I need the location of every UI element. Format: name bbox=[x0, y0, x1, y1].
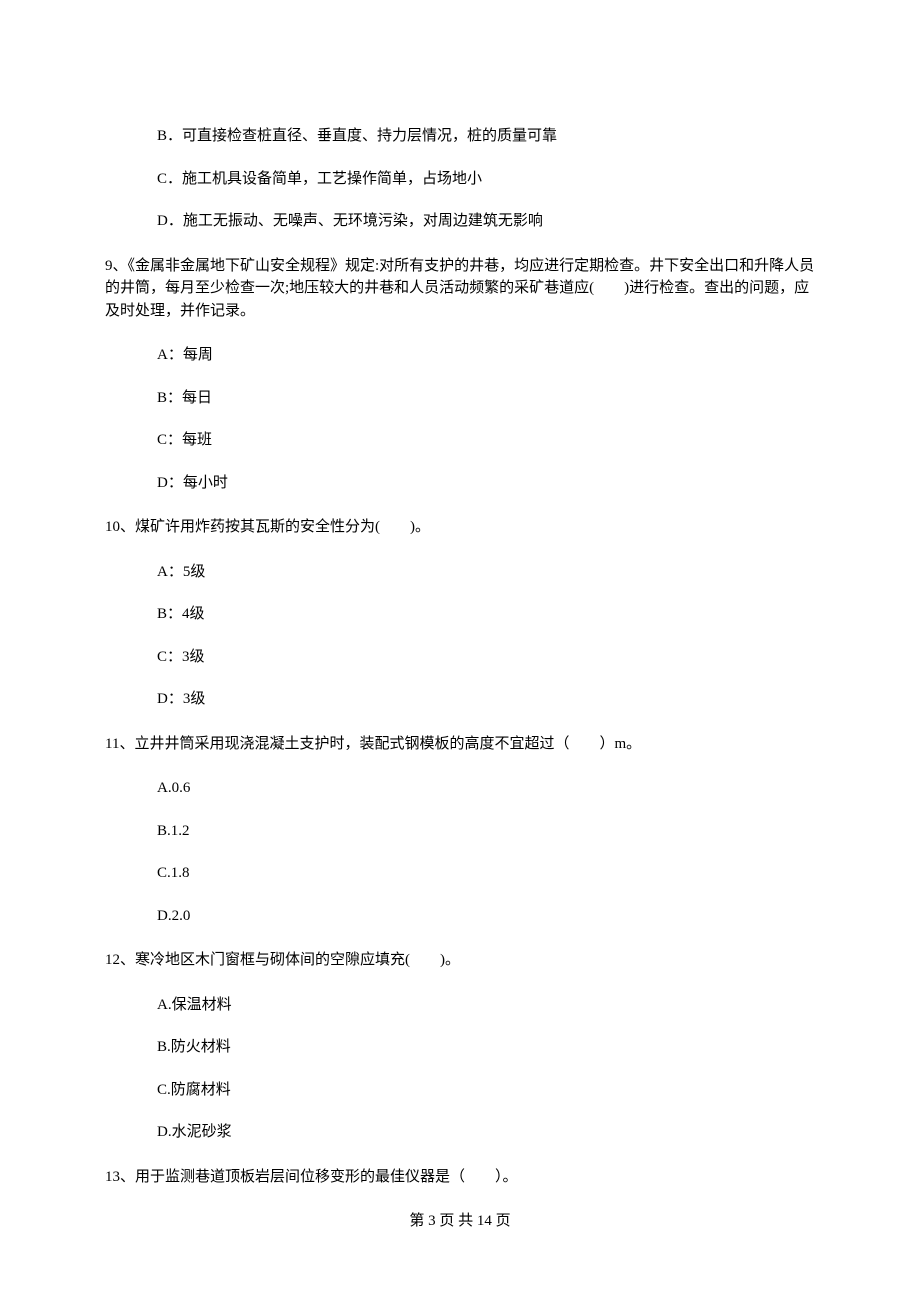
question-13: 13、用于监测巷道顶板岩层间位移变形的最佳仪器是（ ）。 bbox=[105, 1166, 815, 1189]
q12-option-a: A.保温材料 bbox=[157, 994, 815, 1017]
option-b: B．可直接检查桩直径、垂直度、持力层情况，桩的质量可靠 bbox=[157, 125, 815, 148]
q10-option-b: B：4级 bbox=[157, 603, 815, 626]
q12-option-d: D.水泥砂浆 bbox=[157, 1121, 815, 1144]
q11-option-d: D.2.0 bbox=[157, 905, 815, 928]
question-11: 11、立井井筒采用现浇混凝土支护时，装配式钢模板的高度不宜超过（ ）m。 bbox=[105, 733, 815, 756]
question-9-text: 9、《金属非金属地下矿山安全规程》规定:对所有支护的井巷，均应进行定期检查。井下… bbox=[105, 258, 814, 319]
question-12: 12、寒冷地区木门窗框与砌体间的空隙应填充( )。 bbox=[105, 949, 815, 972]
option-c: C．施工机具设备简单，工艺操作简单，占场地小 bbox=[157, 168, 815, 191]
q12-option-c: C.防腐材料 bbox=[157, 1079, 815, 1102]
question-12-text: 12、寒冷地区木门窗框与砌体间的空隙应填充( )。 bbox=[105, 952, 460, 968]
q11-option-a: A.0.6 bbox=[157, 777, 815, 800]
q10-option-c: C：3级 bbox=[157, 646, 815, 669]
q11-option-c: C.1.8 bbox=[157, 862, 815, 885]
question-13-text: 13、用于监测巷道顶板岩层间位移变形的最佳仪器是（ ）。 bbox=[105, 1169, 518, 1185]
q11-option-b: B.1.2 bbox=[157, 820, 815, 843]
q9-option-b: B：每日 bbox=[157, 387, 815, 410]
question-11-text: 11、立井井筒采用现浇混凝土支护时，装配式钢模板的高度不宜超过（ ）m。 bbox=[105, 736, 641, 752]
option-d: D．施工无振动、无噪声、无环境污染，对周边建筑无影响 bbox=[157, 210, 815, 233]
q10-option-d: D：3级 bbox=[157, 688, 815, 711]
question-10: 10、煤矿许用炸药按其瓦斯的安全性分为( )。 bbox=[105, 516, 815, 539]
q9-option-d: D：每小时 bbox=[157, 472, 815, 495]
q9-option-a: A：每周 bbox=[157, 344, 815, 367]
q12-option-b: B.防火材料 bbox=[157, 1036, 815, 1059]
q10-option-a: A：5级 bbox=[157, 561, 815, 584]
question-9: 9、《金属非金属地下矿山安全规程》规定:对所有支护的井巷，均应进行定期检查。井下… bbox=[105, 255, 815, 323]
page-footer: 第 3 页 共 14 页 bbox=[105, 1210, 815, 1233]
q9-option-c: C：每班 bbox=[157, 429, 815, 452]
question-10-text: 10、煤矿许用炸药按其瓦斯的安全性分为( )。 bbox=[105, 519, 430, 535]
